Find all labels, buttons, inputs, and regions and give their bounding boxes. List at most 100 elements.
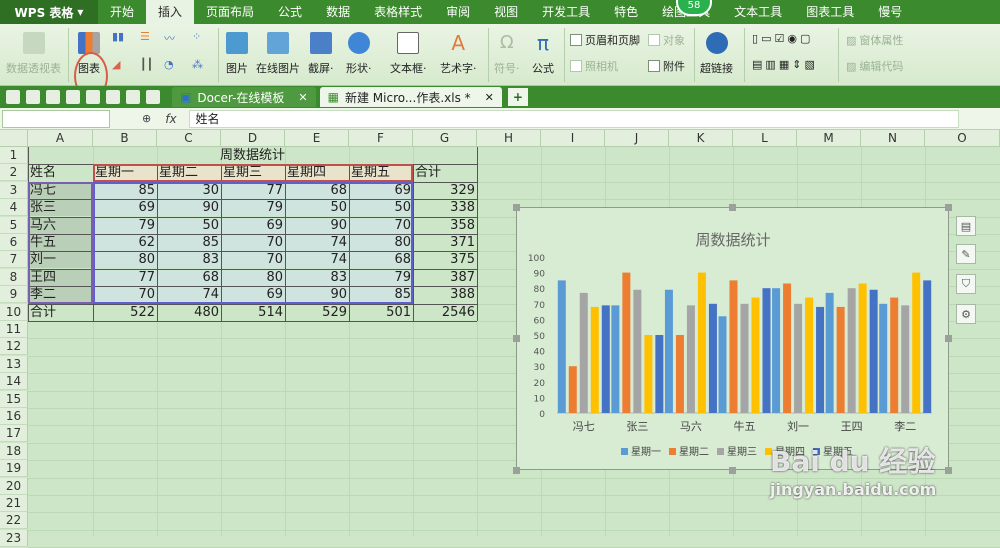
chart-type-line-button[interactable]: 〰 bbox=[164, 30, 175, 46]
column-header-L[interactable]: L bbox=[733, 130, 797, 147]
resize-handle[interactable] bbox=[945, 335, 952, 342]
tab-worksheet[interactable]: ▦ 新建 Micro...作表.xls * ✕ bbox=[319, 87, 502, 107]
row-header-11[interactable]: 11 bbox=[0, 321, 28, 338]
table-cell[interactable]: 30 bbox=[157, 181, 221, 199]
open-file-icon[interactable] bbox=[6, 90, 20, 104]
table-cell[interactable]: 77 bbox=[221, 181, 285, 199]
cell-header[interactable]: 星期三 bbox=[221, 164, 285, 182]
table-cell[interactable]: 70 bbox=[349, 216, 413, 234]
table-cell[interactable]: 牛五 bbox=[28, 234, 93, 251]
formula-button[interactable]: π 公式 bbox=[532, 32, 554, 76]
table-cell[interactable]: 80 bbox=[221, 268, 285, 286]
table-cell[interactable]: 80 bbox=[93, 251, 157, 269]
table-cell[interactable]: 62 bbox=[93, 234, 157, 251]
shapes-button[interactable]: 形状· bbox=[346, 32, 372, 76]
format-painter-icon[interactable] bbox=[86, 90, 100, 104]
column-header-O[interactable]: O bbox=[925, 130, 1000, 147]
resize-handle[interactable] bbox=[945, 204, 952, 211]
row-header-5[interactable]: 5 bbox=[0, 216, 28, 234]
chart-elements-icon[interactable]: ▤ bbox=[956, 216, 976, 236]
row-header-3[interactable]: 3 bbox=[0, 181, 28, 199]
table-cell[interactable]: 79 bbox=[221, 199, 285, 217]
table-cell[interactable]: 501 bbox=[349, 304, 413, 321]
resize-handle[interactable] bbox=[513, 204, 520, 211]
cell-header[interactable]: 星期一 bbox=[93, 164, 157, 182]
table-cell[interactable]: 70 bbox=[221, 234, 285, 251]
hyperlink-button[interactable]: 超链接 bbox=[700, 32, 733, 76]
chart-object[interactable]: 周数据统计 0 10 20 30 40 50 60 70 80 90 100 冯七 张三 马六 牛五 刘一 王四 李… bbox=[516, 207, 949, 470]
table-cell[interactable]: 68 bbox=[285, 181, 349, 199]
table-cell[interactable]: 2546 bbox=[413, 304, 477, 321]
menu-item-7[interactable]: 视图 bbox=[482, 0, 530, 24]
cell-title[interactable]: 周数据统计 bbox=[28, 147, 477, 164]
table-cell[interactable]: 马六 bbox=[28, 216, 93, 234]
column-header-H[interactable]: H bbox=[477, 130, 541, 147]
chart-type-other-button[interactable]: ⁂ bbox=[192, 58, 203, 71]
table-cell[interactable]: 70 bbox=[221, 251, 285, 269]
print-preview-icon[interactable] bbox=[66, 90, 80, 104]
row-header-6[interactable]: 6 bbox=[0, 234, 28, 251]
table-cell[interactable]: 68 bbox=[349, 251, 413, 269]
table-cell[interactable]: 刘一 bbox=[28, 251, 93, 269]
row-header-23[interactable]: 23 bbox=[0, 529, 28, 547]
column-header-C[interactable]: C bbox=[157, 130, 221, 147]
resize-handle[interactable] bbox=[729, 467, 736, 474]
picture-button[interactable]: 图片 bbox=[226, 32, 248, 76]
row-header-22[interactable]: 22 bbox=[0, 512, 28, 530]
form-controls-row1[interactable]: ▯ ▭ ☑ ◉ ▢ bbox=[752, 32, 810, 45]
table-cell[interactable]: 338 bbox=[413, 199, 477, 216]
control-properties-button[interactable]: ▨ 窗体属性 bbox=[846, 32, 903, 48]
menu-item-3[interactable]: 公式 bbox=[266, 0, 314, 24]
table-cell[interactable]: 50 bbox=[157, 216, 221, 234]
menu-item-13[interactable]: 慢号 bbox=[866, 0, 914, 24]
corner-cell[interactable] bbox=[0, 130, 28, 147]
table-cell[interactable]: 冯七 bbox=[28, 181, 93, 199]
online-picture-button[interactable]: 在线图片 bbox=[256, 32, 300, 76]
menu-item-1[interactable]: 插入 bbox=[146, 0, 195, 24]
table-cell[interactable]: 69 bbox=[221, 216, 285, 234]
menu-item-8[interactable]: 开发工具 bbox=[530, 0, 602, 24]
row-header-14[interactable]: 14 bbox=[0, 373, 28, 391]
table-cell[interactable]: 90 bbox=[285, 286, 349, 304]
row-header-9[interactable]: 9 bbox=[0, 286, 28, 304]
table-cell[interactable]: 387 bbox=[413, 269, 477, 286]
table-cell[interactable]: 375 bbox=[413, 251, 477, 268]
column-header-J[interactable]: J bbox=[605, 130, 669, 147]
formula-input[interactable]: 姓名 bbox=[188, 109, 959, 128]
close-icon[interactable]: ✕ bbox=[298, 91, 307, 104]
table-cell[interactable]: 李二 bbox=[28, 286, 93, 304]
resize-handle[interactable] bbox=[729, 204, 736, 211]
cell-header[interactable]: 星期五 bbox=[349, 164, 413, 182]
chart-filter-icon[interactable]: ⛉ bbox=[956, 274, 976, 294]
resize-handle[interactable] bbox=[513, 467, 520, 474]
new-tab-button[interactable]: + bbox=[507, 88, 528, 106]
cell-header[interactable]: 姓名 bbox=[28, 164, 93, 181]
quick-access-dropdown-icon[interactable] bbox=[146, 90, 160, 104]
table-cell[interactable]: 90 bbox=[157, 199, 221, 217]
screenshot-button[interactable]: 截屏· bbox=[308, 32, 334, 76]
column-header-F[interactable]: F bbox=[349, 130, 413, 147]
table-cell[interactable]: 68 bbox=[157, 268, 221, 286]
table-cell[interactable]: 77 bbox=[93, 268, 157, 286]
table-cell[interactable]: 388 bbox=[413, 286, 477, 303]
row-header-10[interactable]: 10 bbox=[0, 303, 28, 321]
form-controls-row2[interactable]: ▤ ▥ ▦ ⇕ ▧ bbox=[752, 58, 815, 71]
table-cell[interactable]: 480 bbox=[157, 304, 221, 321]
table-cell[interactable]: 514 bbox=[221, 304, 285, 321]
column-header-K[interactable]: K bbox=[669, 130, 733, 147]
name-box[interactable] bbox=[2, 109, 110, 128]
row-header-1[interactable]: 1 bbox=[0, 147, 28, 164]
table-cell[interactable]: 74 bbox=[285, 251, 349, 269]
table-cell[interactable]: 329 bbox=[413, 182, 477, 199]
table-cell[interactable]: 69 bbox=[349, 181, 413, 199]
menu-item-5[interactable]: 表格样式 bbox=[362, 0, 434, 24]
row-header-8[interactable]: 8 bbox=[0, 268, 28, 286]
chart-type-scatter-button[interactable]: ⁘ bbox=[192, 30, 201, 43]
table-cell[interactable]: 85 bbox=[349, 286, 413, 304]
chart-type-stock-button[interactable]: ┃┃ bbox=[140, 58, 153, 71]
table-cell[interactable]: 83 bbox=[157, 251, 221, 269]
save-icon[interactable] bbox=[26, 90, 40, 104]
row-header-12[interactable]: 12 bbox=[0, 338, 28, 356]
textbox-button[interactable]: 文本框· bbox=[390, 32, 427, 76]
table-cell[interactable]: 85 bbox=[93, 181, 157, 199]
